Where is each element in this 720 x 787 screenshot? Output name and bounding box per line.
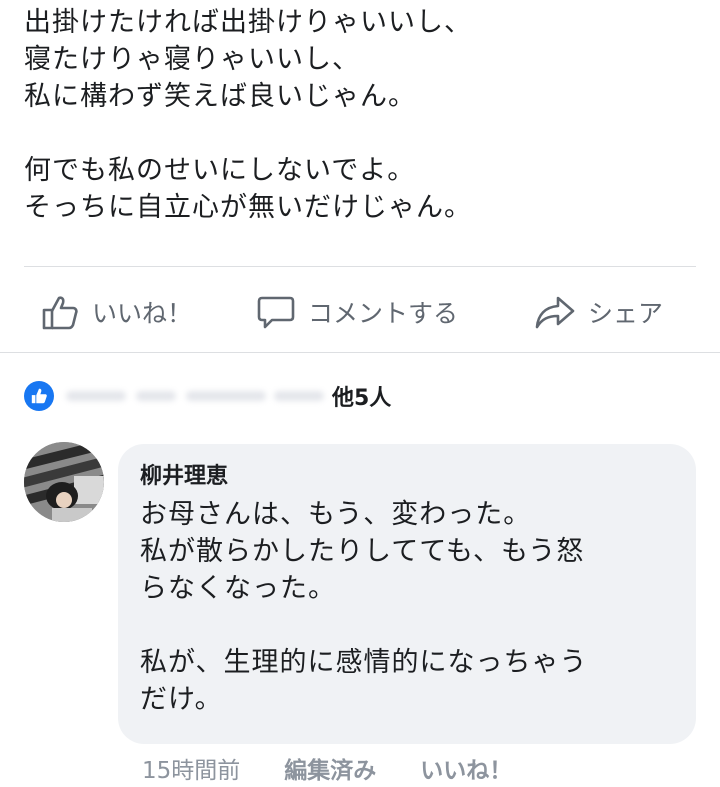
comment-line-blank <box>140 607 587 644</box>
comment-line: 私が散らかしたりしてても、もう怒 <box>140 536 585 567</box>
like-button-label: いいね！ <box>92 299 193 328</box>
comment-like-button[interactable]: いいね！ <box>420 751 512 785</box>
blurred-names <box>66 385 326 407</box>
comment-line: だけ。 <box>140 684 223 715</box>
share-icon <box>534 292 576 332</box>
thumbs-up-icon <box>40 292 80 332</box>
reactions-summary[interactable]: 他5人 <box>24 378 391 414</box>
section-divider <box>0 352 720 353</box>
comment-text: お母さんは、もう、変わった。 私が散らかしたりしてても、もう怒 らなくなった。 … <box>140 496 587 718</box>
like-button[interactable]: いいね！ <box>40 280 192 344</box>
comment-icon <box>256 292 296 332</box>
comment-button-label: コメントする <box>308 299 459 328</box>
post-line: 寝たけりゃ寝りゃいいし、 <box>24 44 360 75</box>
post-line: 出掛けたければ出掛けりゃいいし、 <box>24 7 472 38</box>
post-actions-bar: いいね！ コメントする シェア <box>0 280 720 344</box>
share-button-label: シェア <box>588 299 664 328</box>
comment-line: お母さんは、もう、変わった。 <box>140 499 532 530</box>
share-button[interactable]: シェア <box>534 280 663 344</box>
comment-line: 私が、生理的に感情的になっちゃう <box>140 647 588 678</box>
post-text: 出掛けたければ出掛けりゃいいし、 寝たけりゃ寝りゃいいし、 私に構わず笑えば良い… <box>24 4 704 226</box>
post-line: そっちに自立心が無いだけじゃん。 <box>24 192 472 223</box>
comment-button[interactable]: コメントする <box>256 280 458 344</box>
comment-edited-label[interactable]: 編集済み <box>284 751 376 785</box>
post-line: 私に構わず笑えば良いじゃん。 <box>24 81 416 112</box>
comment-line: らなくなった。 <box>140 573 336 604</box>
comment-timestamp[interactable]: 15時間前 <box>142 751 240 785</box>
reaction-others-count: 他5人 <box>332 386 392 411</box>
comment-meta: 15時間前 編集済み いいね！ <box>142 750 512 786</box>
post-line-blank <box>24 115 704 152</box>
commenter-avatar[interactable] <box>24 442 104 522</box>
post-line: 何でも私のせいにしないでよ。 <box>24 155 416 186</box>
actions-divider <box>24 266 696 267</box>
commenter-name[interactable]: 柳井理恵 <box>140 458 228 490</box>
comment-bubble: 柳井理恵 お母さんは、もう、変わった。 私が散らかしたりしてても、もう怒 らなく… <box>118 444 696 744</box>
like-reaction-icon <box>24 381 54 411</box>
